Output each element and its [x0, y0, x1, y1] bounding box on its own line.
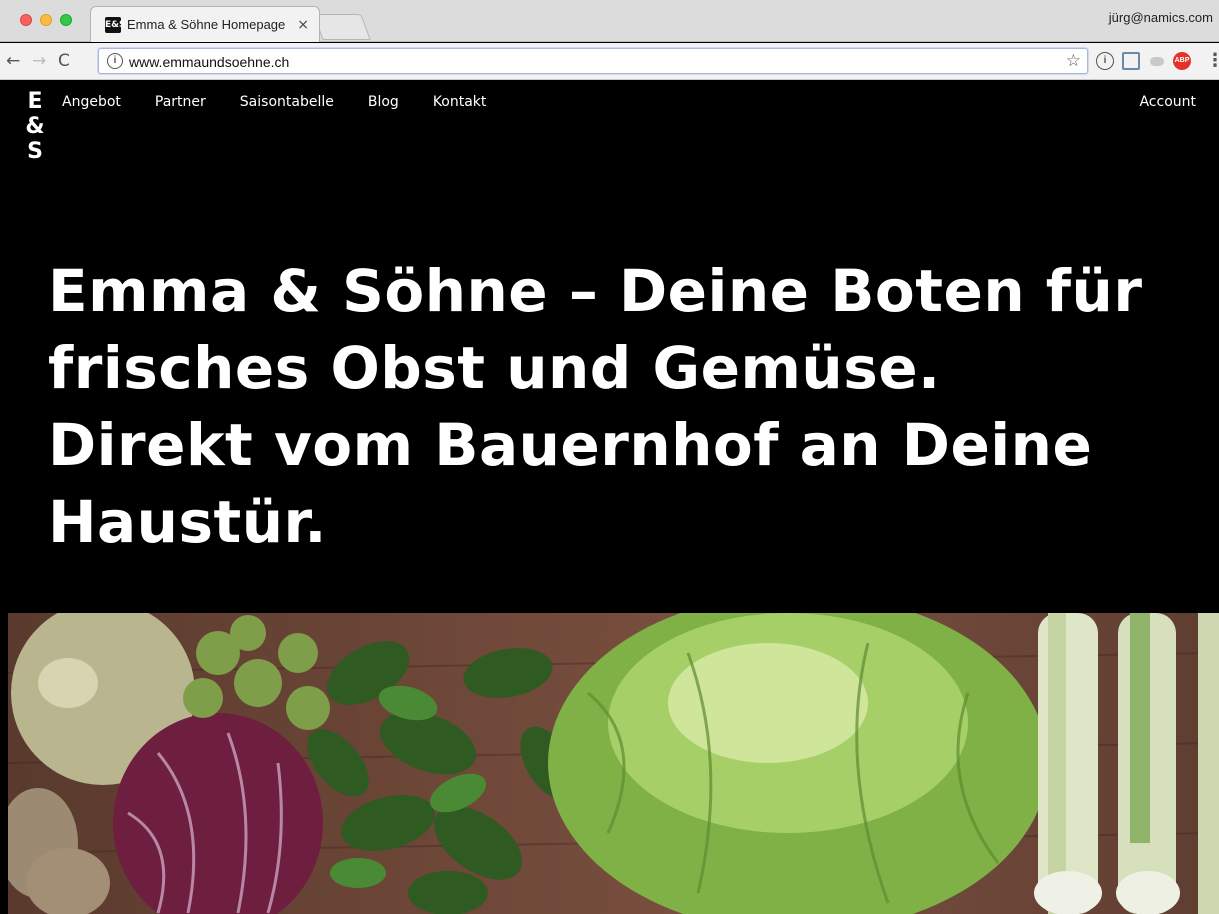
browser-toolbar: ← → C i www.emmaundsoehne.ch ☆ i ABP ⋮ [0, 43, 1219, 80]
screen-capture-extension-icon[interactable] [1122, 52, 1140, 70]
vegetables-illustration [8, 613, 1219, 914]
close-window-button[interactable] [20, 14, 32, 26]
hero-line: frisches Obst und Gemüse. [48, 334, 941, 402]
nav-link-saisontabelle[interactable]: Saisontabelle [240, 93, 334, 111]
nav-link-partner[interactable]: Partner [155, 93, 206, 111]
browser-menu-icon[interactable]: ⋮ [1206, 49, 1219, 73]
back-arrow-icon[interactable]: ← [6, 49, 20, 73]
tab-close-icon[interactable]: × [297, 17, 309, 33]
bookmark-star-icon[interactable]: ☆ [1066, 50, 1081, 72]
logo-ampersand: & [25, 114, 45, 139]
nav-link-angebot[interactable]: Angebot [62, 93, 121, 111]
browser-tab[interactable]: E&S Emma & Söhne Homepage × [90, 6, 320, 42]
url-text[interactable]: www.emmaundsoehne.ch [129, 53, 289, 71]
tab-favicon-icon: E&S [105, 17, 125, 33]
tab-title: Emma & Söhne Homepage [127, 17, 286, 32]
minimize-window-button[interactable] [40, 14, 52, 26]
maximize-window-button[interactable] [60, 14, 72, 26]
vegetables-hero-image [8, 613, 1219, 914]
cloud-extension-icon[interactable] [1148, 52, 1166, 70]
logo-letter-e: E [27, 89, 43, 114]
hero-line: Haustür. [48, 488, 327, 556]
account-link[interactable]: Account [1139, 93, 1196, 111]
browser-tab-bar: E&S Emma & Söhne Homepage × jürg@namics.… [0, 0, 1219, 42]
address-bar[interactable]: i www.emmaundsoehne.ch ☆ [98, 48, 1088, 74]
site-logo[interactable]: E & S [24, 91, 46, 166]
info-icon[interactable]: i [107, 53, 123, 69]
web-page: E & S Angebot Partner Saisontabelle Blog… [0, 81, 1219, 914]
forward-arrow-icon[interactable]: → [32, 49, 46, 73]
hero-line: Direkt vom Bauernhof an Deine [48, 411, 1093, 479]
profile-label[interactable]: jürg@namics.com [1109, 10, 1213, 26]
adblock-extension-icon[interactable]: ABP [1173, 52, 1191, 70]
nav-link-blog[interactable]: Blog [368, 93, 399, 111]
main-navigation: Angebot Partner Saisontabelle Blog Konta… [62, 93, 520, 111]
nav-link-kontakt[interactable]: Kontakt [433, 93, 487, 111]
hero-line: Emma & Söhne – Deine Boten für [48, 257, 1143, 325]
onepassword-extension-icon[interactable]: i [1096, 52, 1114, 70]
new-tab-button[interactable] [313, 14, 371, 40]
logo-letter-s: S [27, 139, 43, 164]
hero-heading: Emma & Söhne – Deine Boten für frisches … [48, 253, 1148, 561]
reload-icon[interactable]: C [58, 49, 70, 73]
